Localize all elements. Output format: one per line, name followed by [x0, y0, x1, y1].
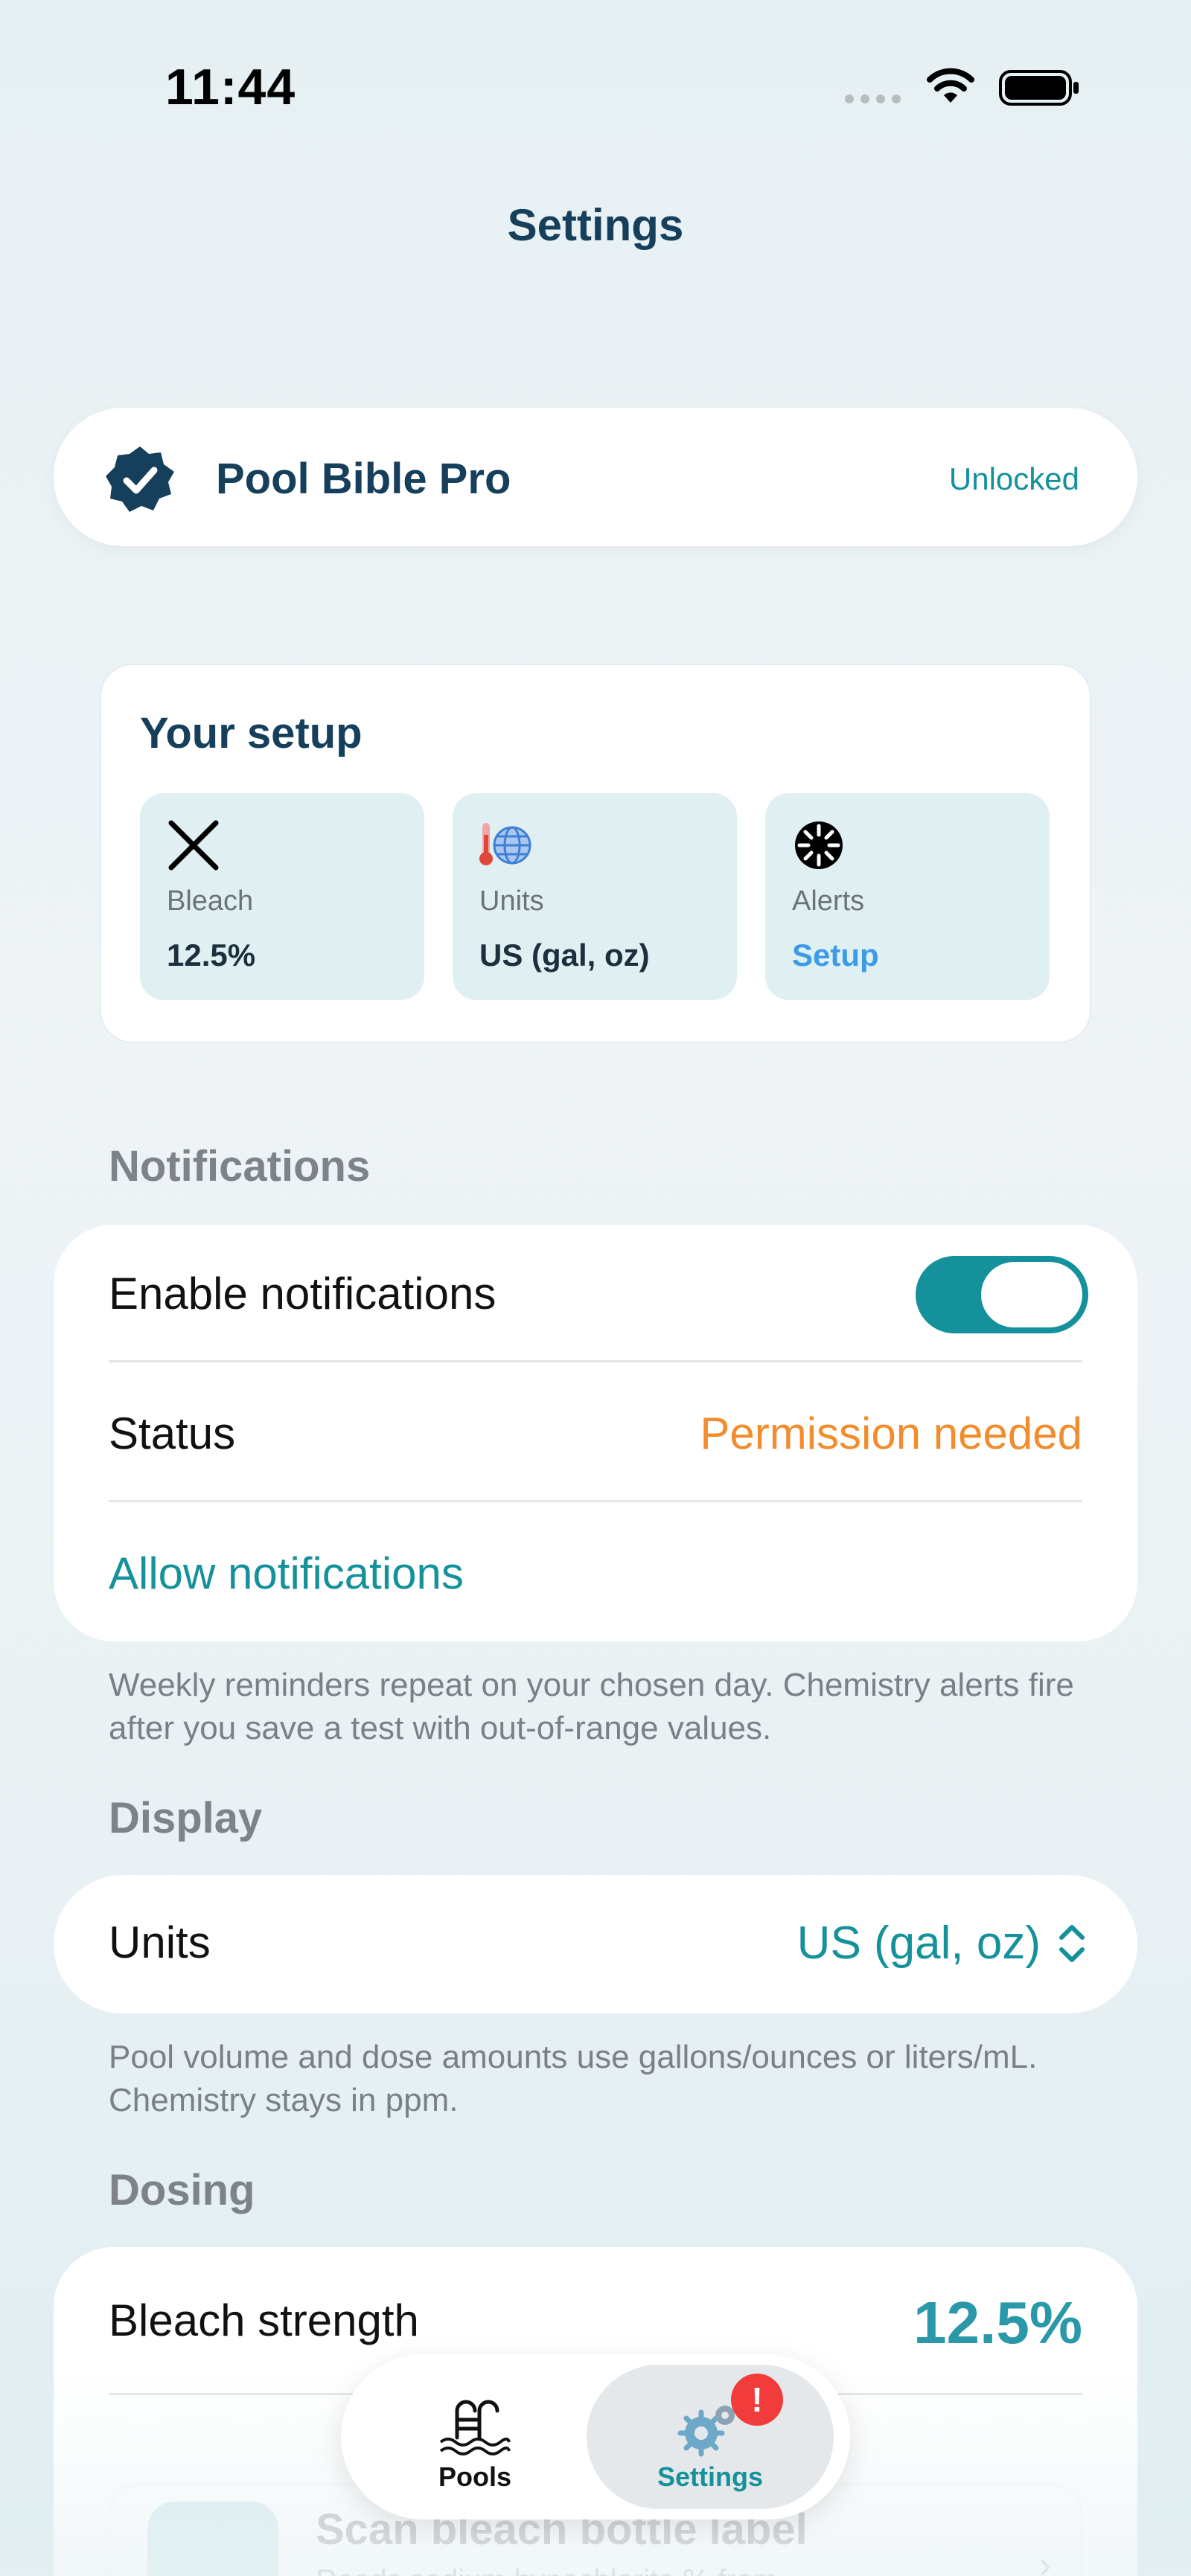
pro-status-label: Unlocked — [948, 461, 1079, 496]
units-picker-value[interactable]: US (gal, oz) — [797, 1917, 1041, 1970]
tab-label: Settings — [657, 2461, 763, 2492]
permission-status-value: Permission needed — [700, 1409, 1082, 1458]
tab-label: Pools — [438, 2461, 511, 2492]
setup-title: Your setup — [140, 709, 363, 757]
wifi-icon — [927, 68, 974, 103]
section-header-dosing: Dosing — [109, 2166, 255, 2214]
alerts-setup-link[interactable]: Setup — [792, 938, 879, 973]
globe-thermometer-icon — [479, 823, 531, 865]
display-footnote: Pool volume and dose amounts use gallons… — [109, 2039, 1038, 2118]
enable-notifications-label: Enable notifications — [109, 1269, 496, 1319]
tab-pools[interactable]: Pools — [351, 2365, 598, 2509]
bleach-strength-value[interactable]: 12.5% — [913, 2289, 1082, 2357]
notifications-footnote: Weekly reminders repeat on your chosen d… — [109, 1667, 1074, 1746]
tab-bar: Pools ! Settings — [341, 2354, 850, 2519]
alert-badge: ! — [731, 2374, 783, 2426]
page-title: Settings — [507, 200, 684, 250]
divider — [109, 1360, 1082, 1362]
allow-notifications-button[interactable]: Allow notifications — [109, 1548, 464, 1599]
toggle-knob — [981, 1262, 1082, 1327]
units-row[interactable]: Units US (gal, oz) — [54, 1875, 1137, 2013]
setup-tile-alerts[interactable]: Alerts Setup — [765, 793, 1050, 1000]
divider — [109, 1500, 1082, 1502]
chevron-right-icon: › — [1038, 2544, 1051, 2576]
tile-label: Units — [479, 885, 544, 917]
enable-notifications-toggle[interactable] — [916, 1256, 1088, 1333]
notifications-card: Enable notifications Status Permission n… — [54, 1225, 1137, 1641]
section-header-notifications: Notifications — [109, 1142, 371, 1191]
scan-subtitle: Reads sodium hypochlorite % from — [316, 2564, 777, 2576]
clock-dial-icon — [795, 821, 843, 869]
tab-settings[interactable]: ! Settings — [587, 2365, 834, 2509]
setup-tile-units[interactable]: Units US (gal, oz) — [453, 793, 737, 1000]
tile-value: US (gal, oz) — [479, 938, 650, 973]
units-label: Units — [109, 1917, 211, 1967]
battery-icon — [999, 70, 1079, 106]
setup-tile-bleach[interactable]: Bleach 12.5% — [140, 793, 424, 1000]
status-time: 11:44 — [165, 59, 296, 115]
cellular-signal-icon — [845, 94, 901, 103]
section-header-display: Display — [109, 1794, 263, 1842]
camera-scan-icon — [147, 2502, 278, 2576]
tile-label: Bleach — [167, 885, 254, 917]
pro-title: Pool Bible Pro — [216, 455, 511, 503]
pool-ladder-icon — [439, 2400, 511, 2455]
chevron-up-down-icon — [1059, 1925, 1085, 1962]
verified-badge-icon — [106, 446, 174, 512]
close-x-icon — [168, 820, 219, 871]
tile-value: 12.5% — [167, 938, 256, 973]
tile-label: Alerts — [792, 885, 865, 917]
status-label: Status — [109, 1409, 236, 1458]
bleach-strength-label: Bleach strength — [109, 2295, 419, 2345]
